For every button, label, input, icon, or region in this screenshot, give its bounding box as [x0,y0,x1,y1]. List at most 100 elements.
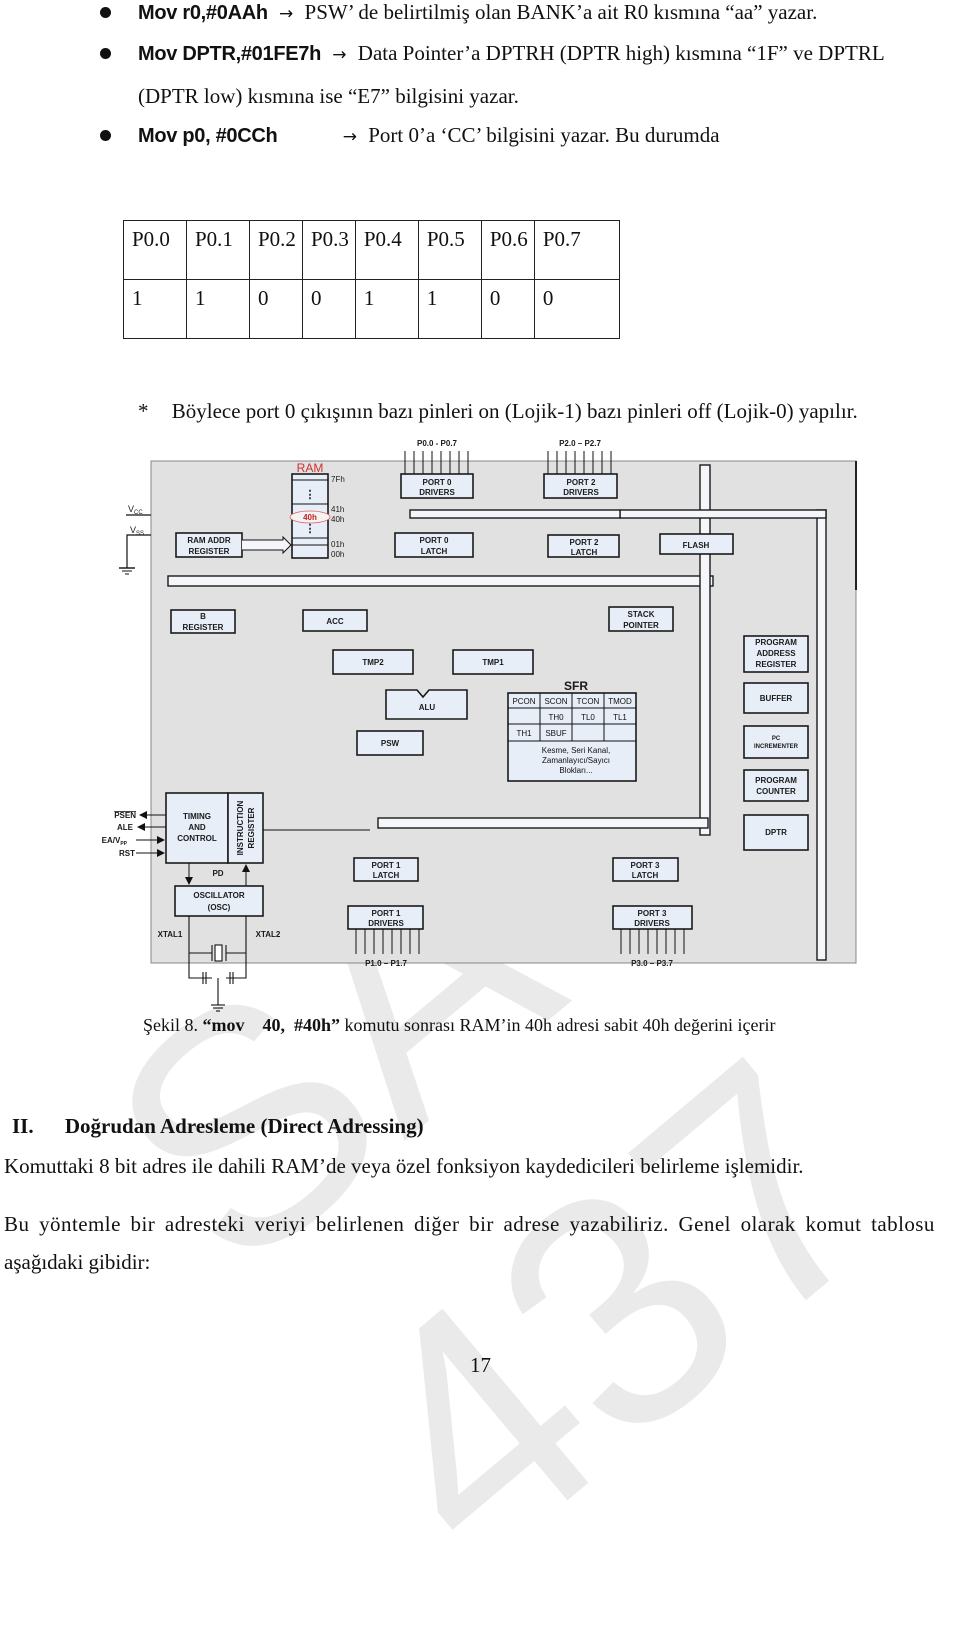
bullet-icon [100,130,111,141]
svg-text:(OSC): (OSC) [208,903,231,912]
figure-caption: Şekil 8. “mov 40, #40h” komutu sonrası R… [143,1015,775,1036]
bullet-icon [100,7,111,18]
instruction-code: Mov r0,#0AAh [138,2,268,24]
table-header-row: P0.0 P0.1 P0.2 P0.3 P0.4 P0.5 P0.6 P0.7 [123,220,620,280]
table-cell: 1 [186,279,250,339]
svg-text:TMOD: TMOD [608,697,632,706]
ram-address: 41h [331,505,344,514]
instruction-code: Mov p0, #0CCh [138,125,278,147]
svg-text:PORT 0: PORT 0 [423,478,452,487]
svg-text:PORT 2: PORT 2 [570,538,599,547]
svg-text:PORT 0: PORT 0 [420,536,449,545]
svg-text:ACC: ACC [326,617,344,626]
svg-text:⋮: ⋮ [305,489,316,501]
caption-text: komutu sonrası RAM’in 40h adresi sabit 4… [344,1015,776,1035]
table-cell: P0.0 [123,220,187,280]
svg-text:BUFFER: BUFFER [760,694,793,703]
note-marker: * [138,399,149,423]
paragraph: Bu yöntemle bir adresteki veriyi belirle… [4,1212,935,1236]
svg-text:RAM ADDR: RAM ADDR [187,536,230,545]
table-cell: P0.6 [480,220,535,280]
port0-pins-label: P0.0 - P0.7 [417,439,458,448]
internal-bus [167,575,714,587]
svg-text:FLASH: FLASH [683,541,710,550]
table-cell: 1 [417,279,482,339]
port2-pins-label: P2.0 – P2.7 [559,439,601,448]
instruction-code: Mov DPTR,#01FE7h [138,43,322,65]
table-cell: 1 [123,279,187,339]
svg-text:INCREMENTER: INCREMENTER [754,744,799,750]
svg-text:PORT 1: PORT 1 [372,861,401,870]
instruction-register [227,792,264,864]
svg-text:OSCILLATOR: OSCILLATOR [193,891,244,900]
svg-text:DRIVERS: DRIVERS [563,488,599,497]
port0-bit-table: P0.0 P0.1 P0.2 P0.3 P0.4 P0.5 P0.6 P0.7 … [123,220,620,339]
svg-text:TMP2: TMP2 [362,658,384,667]
instruction-description: Data Pointer’a DPTRH (DPTR high) kısmına… [357,41,885,65]
svg-text:PROGRAM: PROGRAM [755,638,797,647]
caption-command: “mov 40, #40h” [202,1015,341,1035]
svg-text:B: B [200,612,206,621]
svg-text:PSW: PSW [381,739,400,748]
ram-address: 00h [331,550,344,559]
pin-psen: PSEN [114,811,136,820]
svg-text:DRIVERS: DRIVERS [634,919,670,928]
svg-text:PORT 3: PORT 3 [638,909,667,918]
svg-text:PROGRAM: PROGRAM [755,776,797,785]
page-number: 17 [470,1353,491,1377]
pc-incrementer [743,725,809,759]
svg-text:SBUF: SBUF [545,729,566,738]
svg-text:CONTROL: CONTROL [177,834,217,843]
svg-text:REGISTER: REGISTER [189,547,230,556]
section-heading: II. Doğrudan Adresleme (Direct Adressing… [12,1114,424,1139]
table-cell: P0.1 [186,220,250,280]
svg-text:REGISTER: REGISTER [247,807,256,848]
svg-text:REGISTER: REGISTER [183,623,224,632]
svg-text:LATCH: LATCH [571,548,598,557]
svg-text:⋮: ⋮ [305,523,316,535]
section-title: Doğrudan Adresleme (Direct Adressing) [64,1114,424,1138]
port1-pins-label: P1.0 – P1.7 [365,959,407,968]
svg-text:TH1: TH1 [516,729,532,738]
table-cell: P0.3 [301,220,356,280]
pin-ea-vpp: EA/VPP [102,836,128,847]
sfr-title: SFR [564,679,588,693]
table-cell: P0.4 [354,220,419,280]
svg-text:TIMING: TIMING [183,812,211,821]
vcc-label: VCC [128,504,143,516]
svg-text:40h: 40h [303,513,317,522]
svg-text:PORT 1: PORT 1 [372,909,401,918]
svg-text:TCON: TCON [577,697,600,706]
svg-text:ALU: ALU [419,703,436,712]
table-cell: P0.5 [417,220,482,280]
port3-pins-label: P3.0 – P3.7 [631,959,673,968]
svg-text:AND: AND [188,823,206,832]
ram-title: RAM [297,461,324,475]
pin-ale: ALE [117,823,134,832]
svg-text:LATCH: LATCH [632,871,659,880]
svg-text:PORT 2: PORT 2 [567,478,596,487]
table-cell: 0 [249,279,303,339]
table-cell: 0 [533,279,620,339]
paragraph: Komuttaki 8 bit adres ile dahili RAM’de … [4,1154,804,1178]
svg-text:POINTER: POINTER [623,621,659,630]
svg-text:PC: PC [772,736,781,742]
svg-text:TL1: TL1 [613,713,627,722]
note-text: Böylece port 0 çıkışının bazı pinleri on… [171,399,858,423]
instruction-description: Port 0’a ‘CC’ bilgisini yazar. Bu durumd… [368,123,720,147]
ram-address: 01h [331,540,344,549]
svg-text:LATCH: LATCH [373,871,400,880]
pd-label: PD [212,869,223,878]
paragraph-continuation: aşağıdaki gibidir: [4,1250,151,1274]
arrow-right-icon: → [342,127,357,147]
svg-text:DRIVERS: DRIVERS [368,919,404,928]
svg-text:TMP1: TMP1 [482,658,504,667]
block-diagram-8051: VCC VSS RAM ADDR REGISTER RAM ⋮ ⋮ 40h 7F… [102,439,857,1012]
section-number: II. [12,1114,34,1138]
svg-text:COUNTER: COUNTER [756,787,796,796]
svg-text:PORT 3: PORT 3 [631,861,660,870]
svg-text:INSTRUCTION: INSTRUCTION [236,800,245,855]
program-counter [743,769,809,802]
svg-text:STACK: STACK [628,610,655,619]
ground-icon [119,567,135,575]
